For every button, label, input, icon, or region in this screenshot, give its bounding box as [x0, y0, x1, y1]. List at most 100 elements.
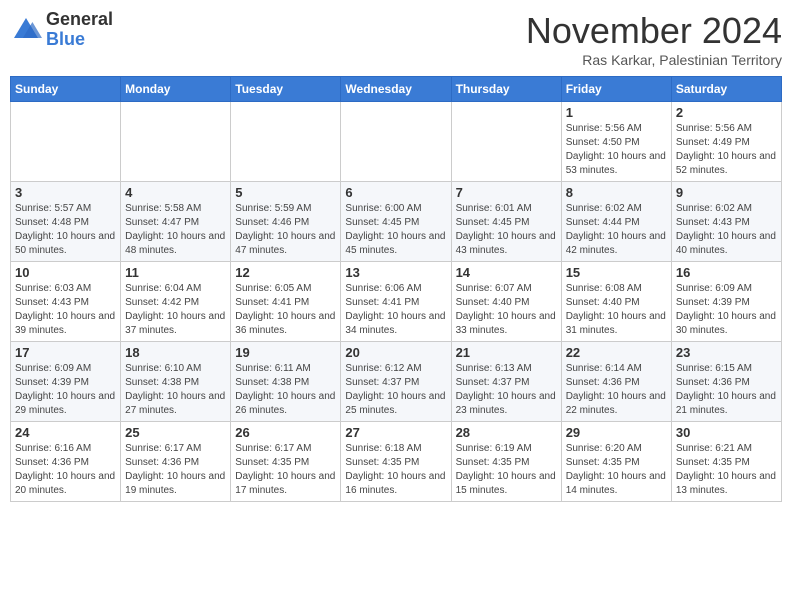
day-number: 10: [15, 265, 116, 280]
day-number: 27: [345, 425, 446, 440]
day-info: Sunrise: 6:09 AM Sunset: 4:39 PM Dayligh…: [676, 282, 777, 338]
day-number: 19: [235, 345, 336, 360]
day-number: 14: [456, 265, 557, 280]
calendar-cell: 24Sunrise: 6:16 AM Sunset: 4:36 PM Dayli…: [11, 422, 121, 502]
logo: General Blue: [10, 10, 113, 50]
calendar-cell: 9 Sunrise: 6:02 AM Sunset: 4:43 PM Daylig…: [671, 182, 781, 262]
day-number: 12: [235, 265, 336, 280]
day-number: 9: [676, 185, 777, 200]
calendar-cell: 28 Sunrise: 6:19 AM Sunset: 4:35 PM Dayli…: [451, 422, 561, 502]
calendar-cell: 12Sunrise: 6:05 AM Sunset: 4:41 PM Dayli…: [231, 262, 341, 342]
day-number: 28: [456, 425, 557, 440]
calendar-cell: 1 Sunrise: 5:56 AM Sunset: 4:50 PM Daylig…: [561, 102, 671, 182]
day-number: 20: [345, 345, 446, 360]
day-info: Sunrise: 6:01 AM Sunset: 4:45 PM Dayligh…: [456, 202, 557, 258]
day-number: 29: [566, 425, 667, 440]
week-row-2: 3 Sunrise: 5:57 AM Sunset: 4:48 PM Daylig…: [11, 182, 782, 262]
calendar-cell: 8 Sunrise: 6:02 AM Sunset: 4:44 PM Daylig…: [561, 182, 671, 262]
day-info: Sunrise: 6:14 AM Sunset: 4:36 PM Dayligh…: [566, 362, 667, 418]
calendar-cell: [341, 102, 451, 182]
day-info: Sunrise: 6:08 AM Sunset: 4:40 PM Dayligh…: [566, 282, 667, 338]
day-number: 1: [566, 105, 667, 120]
weekday-header-tuesday: Tuesday: [231, 77, 341, 102]
calendar-cell: 21 Sunrise: 6:13 AM Sunset: 4:37 PM Dayli…: [451, 342, 561, 422]
weekday-header-sunday: Sunday: [11, 77, 121, 102]
calendar-cell: 4 Sunrise: 5:58 AM Sunset: 4:47 PM Daylig…: [121, 182, 231, 262]
logo-text: General Blue: [46, 10, 113, 50]
day-number: 4: [125, 185, 226, 200]
day-info: Sunrise: 5:56 AM Sunset: 4:50 PM Dayligh…: [566, 122, 667, 178]
day-info: Sunrise: 6:02 AM Sunset: 4:44 PM Dayligh…: [566, 202, 667, 258]
calendar-cell: 29Sunrise: 6:20 AM Sunset: 4:35 PM Dayli…: [561, 422, 671, 502]
day-number: 6: [345, 185, 446, 200]
day-number: 22: [566, 345, 667, 360]
calendar-cell: [11, 102, 121, 182]
week-row-3: 10 Sunrise: 6:03 AM Sunset: 4:43 PM Dayli…: [11, 262, 782, 342]
calendar-cell: 13Sunrise: 6:06 AM Sunset: 4:41 PM Dayli…: [341, 262, 451, 342]
day-number: 17: [15, 345, 116, 360]
calendar-table: SundayMondayTuesdayWednesdayThursdayFrid…: [10, 76, 782, 502]
calendar-cell: [231, 102, 341, 182]
day-number: 5: [235, 185, 336, 200]
calendar-cell: 19 Sunrise: 6:11 AM Sunset: 4:38 PM Dayli…: [231, 342, 341, 422]
day-info: Sunrise: 6:17 AM Sunset: 4:36 PM Dayligh…: [125, 442, 226, 498]
day-number: 26: [235, 425, 336, 440]
day-number: 15: [566, 265, 667, 280]
weekday-header-wednesday: Wednesday: [341, 77, 451, 102]
day-number: 2: [676, 105, 777, 120]
weekday-header-saturday: Saturday: [671, 77, 781, 102]
day-number: 18: [125, 345, 226, 360]
calendar-cell: 2 Sunrise: 5:56 AM Sunset: 4:49 PM Daylig…: [671, 102, 781, 182]
day-info: Sunrise: 6:03 AM Sunset: 4:43 PM Dayligh…: [15, 282, 116, 338]
day-number: 23: [676, 345, 777, 360]
weekday-header-friday: Friday: [561, 77, 671, 102]
day-number: 8: [566, 185, 667, 200]
calendar-cell: [121, 102, 231, 182]
day-number: 24: [15, 425, 116, 440]
day-info: Sunrise: 6:13 AM Sunset: 4:37 PM Dayligh…: [456, 362, 557, 418]
day-info: Sunrise: 5:56 AM Sunset: 4:49 PM Dayligh…: [676, 122, 777, 178]
day-info: Sunrise: 5:58 AM Sunset: 4:47 PM Dayligh…: [125, 202, 226, 258]
day-info: Sunrise: 6:07 AM Sunset: 4:40 PM Dayligh…: [456, 282, 557, 338]
calendar-cell: 17 Sunrise: 6:09 AM Sunset: 4:39 PM Dayli…: [11, 342, 121, 422]
weekday-header-monday: Monday: [121, 77, 231, 102]
day-info: Sunrise: 6:02 AM Sunset: 4:43 PM Dayligh…: [676, 202, 777, 258]
calendar-cell: [451, 102, 561, 182]
day-number: 3: [15, 185, 116, 200]
day-info: Sunrise: 6:10 AM Sunset: 4:38 PM Dayligh…: [125, 362, 226, 418]
day-info: Sunrise: 6:12 AM Sunset: 4:37 PM Dayligh…: [345, 362, 446, 418]
weekday-header-thursday: Thursday: [451, 77, 561, 102]
calendar-cell: 6Sunrise: 6:00 AM Sunset: 4:45 PM Daylig…: [341, 182, 451, 262]
calendar-cell: 5 Sunrise: 5:59 AM Sunset: 4:46 PM Daylig…: [231, 182, 341, 262]
day-number: 11: [125, 265, 226, 280]
day-info: Sunrise: 6:21 AM Sunset: 4:35 PM Dayligh…: [676, 442, 777, 498]
calendar-cell: 25Sunrise: 6:17 AM Sunset: 4:36 PM Dayli…: [121, 422, 231, 502]
page-header: General Blue November 2024 Ras Karkar, P…: [10, 10, 782, 68]
day-info: Sunrise: 5:57 AM Sunset: 4:48 PM Dayligh…: [15, 202, 116, 258]
calendar-cell: 15 Sunrise: 6:08 AM Sunset: 4:40 PM Dayli…: [561, 262, 671, 342]
day-info: Sunrise: 6:04 AM Sunset: 4:42 PM Dayligh…: [125, 282, 226, 338]
logo-icon: [10, 14, 42, 46]
week-row-4: 17 Sunrise: 6:09 AM Sunset: 4:39 PM Dayli…: [11, 342, 782, 422]
logo-general: General: [46, 10, 113, 30]
day-info: Sunrise: 6:11 AM Sunset: 4:38 PM Dayligh…: [235, 362, 336, 418]
weekday-header-row: SundayMondayTuesdayWednesdayThursdayFrid…: [11, 77, 782, 102]
day-number: 7: [456, 185, 557, 200]
calendar-cell: 3 Sunrise: 5:57 AM Sunset: 4:48 PM Daylig…: [11, 182, 121, 262]
calendar-cell: 27Sunrise: 6:18 AM Sunset: 4:35 PM Dayli…: [341, 422, 451, 502]
title-block: November 2024 Ras Karkar, Palestinian Te…: [526, 10, 782, 68]
calendar-cell: 10 Sunrise: 6:03 AM Sunset: 4:43 PM Dayli…: [11, 262, 121, 342]
calendar-cell: 7 Sunrise: 6:01 AM Sunset: 4:45 PM Daylig…: [451, 182, 561, 262]
day-number: 21: [456, 345, 557, 360]
day-info: Sunrise: 6:19 AM Sunset: 4:35 PM Dayligh…: [456, 442, 557, 498]
calendar-cell: 20 Sunrise: 6:12 AM Sunset: 4:37 PM Dayli…: [341, 342, 451, 422]
calendar-cell: 30 Sunrise: 6:21 AM Sunset: 4:35 PM Dayli…: [671, 422, 781, 502]
day-info: Sunrise: 5:59 AM Sunset: 4:46 PM Dayligh…: [235, 202, 336, 258]
logo-blue: Blue: [46, 30, 113, 50]
week-row-5: 24Sunrise: 6:16 AM Sunset: 4:36 PM Dayli…: [11, 422, 782, 502]
day-info: Sunrise: 6:09 AM Sunset: 4:39 PM Dayligh…: [15, 362, 116, 418]
calendar-cell: 14 Sunrise: 6:07 AM Sunset: 4:40 PM Dayli…: [451, 262, 561, 342]
day-number: 30: [676, 425, 777, 440]
calendar-cell: 22 Sunrise: 6:14 AM Sunset: 4:36 PM Dayli…: [561, 342, 671, 422]
calendar-cell: 26Sunrise: 6:17 AM Sunset: 4:35 PM Dayli…: [231, 422, 341, 502]
